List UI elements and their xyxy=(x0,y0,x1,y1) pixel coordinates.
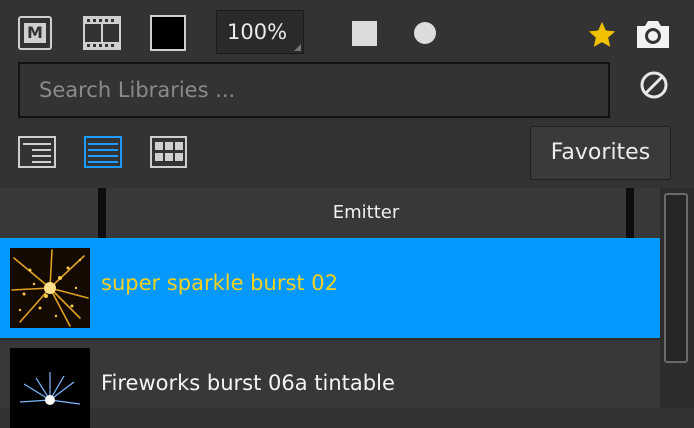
black-square-icon[interactable] xyxy=(150,15,186,51)
row-divider xyxy=(0,338,660,340)
search-input[interactable]: Search Libraries ... xyxy=(18,62,610,118)
sparkle-burst-image xyxy=(10,248,90,328)
list-icon xyxy=(84,136,122,168)
sparkle-burst-thumbnail xyxy=(10,248,90,328)
view-list-button[interactable] xyxy=(84,136,122,168)
list-item[interactable]: super sparkle burst 02 xyxy=(0,238,660,338)
scrollbar-thumb[interactable] xyxy=(664,193,688,363)
grid-icon xyxy=(150,136,187,168)
list-detail-icon xyxy=(18,136,56,168)
firework-thumbnail xyxy=(10,348,90,428)
star-icon xyxy=(588,21,616,47)
zoom-field[interactable]: 100% xyxy=(216,10,304,54)
clear-filter-button[interactable] xyxy=(639,70,669,100)
list-item[interactable]: Fireworks burst 06a tintable xyxy=(0,338,660,428)
column-divider[interactable] xyxy=(626,188,634,238)
view-grid-button[interactable] xyxy=(150,136,187,168)
favorite-button[interactable] xyxy=(585,20,619,50)
snapshot-button[interactable] xyxy=(634,18,672,50)
search-placeholder: Search Libraries ... xyxy=(39,78,236,102)
favorites-button[interactable]: Favorites xyxy=(530,126,671,180)
list-item-label: Fireworks burst 06a tintable xyxy=(101,371,395,395)
film-strip-icon xyxy=(83,16,121,50)
list-item-label: super sparkle burst 02 xyxy=(101,271,339,295)
camera-icon xyxy=(637,21,669,48)
prohibited-icon xyxy=(640,71,668,99)
zoom-value: 100% xyxy=(227,20,288,44)
circle-shape-icon[interactable] xyxy=(414,22,436,44)
m-icon: M xyxy=(24,23,46,43)
view-list-detail-button[interactable] xyxy=(18,136,56,168)
film-button[interactable] xyxy=(83,16,121,50)
column-divider[interactable] xyxy=(98,188,106,238)
mode-button[interactable]: M xyxy=(18,16,52,50)
firework-image xyxy=(10,348,90,428)
column-header-emitter[interactable]: Emitter xyxy=(106,188,626,238)
square-shape-icon[interactable] xyxy=(352,21,377,46)
resize-corner-icon xyxy=(294,44,301,51)
